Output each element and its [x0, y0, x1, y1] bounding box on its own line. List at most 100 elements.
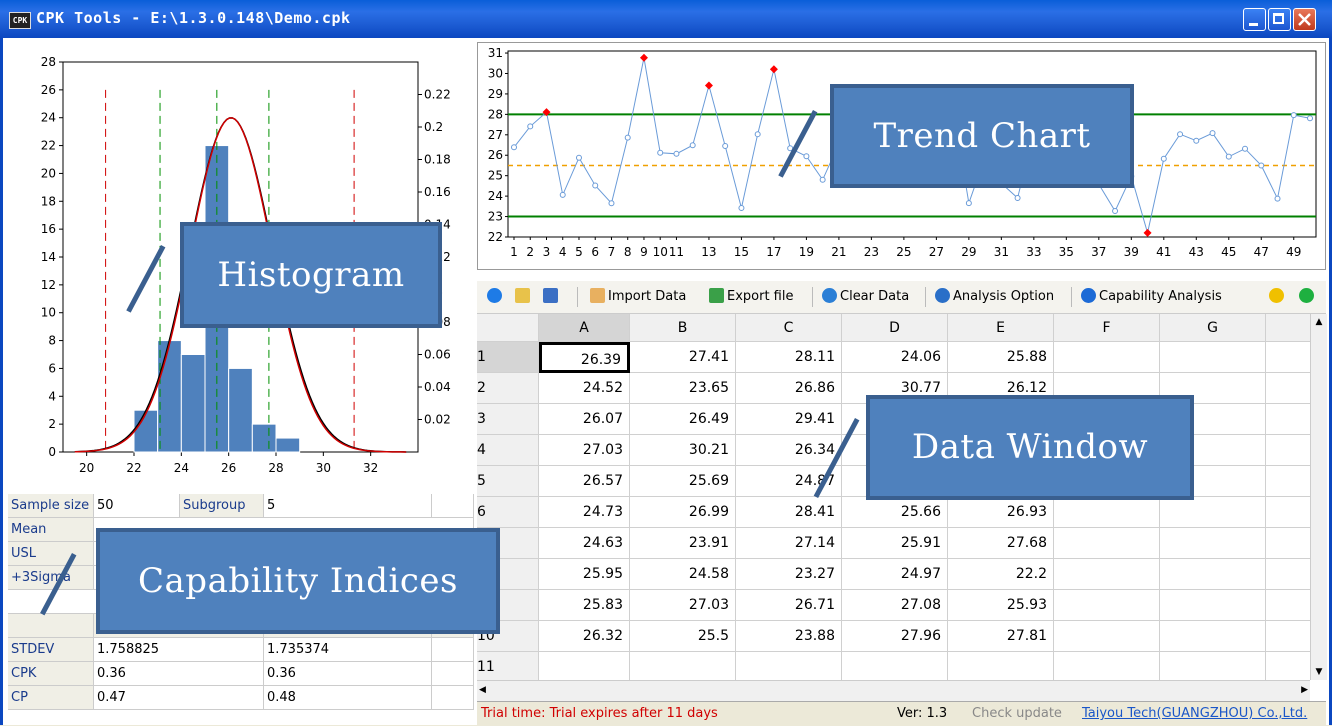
grid-cell[interactable]: 25.69	[630, 466, 736, 497]
grid-cell[interactable]: 29.41	[736, 404, 842, 435]
grid-cell[interactable]: 25.91	[842, 528, 948, 559]
import-data-button[interactable]: Import Data	[590, 288, 686, 306]
analysis-option-button[interactable]: Analysis Option	[935, 288, 1054, 306]
grid-cell[interactable]: 26.32	[539, 621, 630, 652]
grid-cell[interactable]	[1266, 466, 1310, 497]
row-header[interactable]: 4	[477, 435, 539, 466]
new-button[interactable]	[487, 288, 505, 306]
grid-cell[interactable]: 26.86	[736, 373, 842, 404]
grid-cell[interactable]: 27.41	[630, 342, 736, 373]
grid-cell[interactable]: 25.83	[539, 590, 630, 621]
grid-cell[interactable]	[1054, 528, 1160, 559]
corner-cell[interactable]	[477, 314, 539, 342]
grid-cell[interactable]: 25.93	[948, 590, 1054, 621]
grid-cell[interactable]	[1266, 497, 1310, 528]
column-header[interactable]: F	[1054, 314, 1160, 342]
grid-cell[interactable]	[1266, 621, 1310, 652]
grid-cell[interactable]	[1160, 559, 1266, 590]
grid-cell[interactable]: 26.99	[630, 497, 736, 528]
grid-cell[interactable]: 26.93	[948, 497, 1054, 528]
save-button[interactable]	[543, 288, 561, 306]
grid-cell[interactable]	[1266, 342, 1310, 373]
message-button[interactable]	[1299, 288, 1317, 306]
grid-cell[interactable]: 28.11	[736, 342, 842, 373]
scroll-up-arrow[interactable]: ▲	[1311, 314, 1327, 330]
grid-cell[interactable]	[1160, 621, 1266, 652]
grid-cell[interactable]: 26.07	[539, 404, 630, 435]
grid-cell[interactable]: 25.95	[539, 559, 630, 590]
grid-cell[interactable]	[1266, 435, 1310, 466]
row-header[interactable]: 1	[477, 342, 539, 373]
column-header[interactable]: C	[736, 314, 842, 342]
column-header[interactable]: A	[539, 314, 630, 342]
grid-cell[interactable]	[1160, 342, 1266, 373]
grid-cell[interactable]	[539, 652, 630, 680]
maximize-button[interactable]	[1268, 8, 1291, 31]
grid-cell[interactable]: 27.68	[948, 528, 1054, 559]
capability-analysis-button[interactable]: Capability Analysis	[1081, 288, 1222, 306]
grid-cell[interactable]: 27.81	[948, 621, 1054, 652]
grid-cell[interactable]	[1266, 652, 1310, 680]
column-header[interactable]	[1266, 314, 1310, 342]
grid-cell[interactable]: 26.57	[539, 466, 630, 497]
grid-cell[interactable]: 27.03	[630, 590, 736, 621]
grid-cell[interactable]: 24.73	[539, 497, 630, 528]
grid-cell[interactable]: 23.91	[630, 528, 736, 559]
open-button[interactable]	[515, 288, 533, 306]
grid-cell[interactable]: 30.21	[630, 435, 736, 466]
grid-cell[interactable]: 24.97	[842, 559, 948, 590]
grid-cell[interactable]: 27.14	[736, 528, 842, 559]
grid-cell[interactable]: 27.96	[842, 621, 948, 652]
grid-cell[interactable]	[1266, 590, 1310, 621]
grid-cell[interactable]: 25.66	[842, 497, 948, 528]
export-file-button[interactable]: Export file	[709, 288, 794, 306]
grid-cell[interactable]	[1054, 559, 1160, 590]
company-link[interactable]: Taiyou Tech(GUANGZHOU) Co.,Ltd.	[1082, 702, 1307, 726]
grid-cell[interactable]: 27.03	[539, 435, 630, 466]
clear-data-button[interactable]: Clear Data	[822, 288, 909, 306]
grid-cell[interactable]	[1266, 528, 1310, 559]
grid-cell[interactable]	[1054, 652, 1160, 680]
grid-cell[interactable]: 24.06	[842, 342, 948, 373]
row-header[interactable]: 6	[477, 497, 539, 528]
grid-cell[interactable]: 24.63	[539, 528, 630, 559]
row-header[interactable]: 3	[477, 404, 539, 435]
grid-cell[interactable]	[1266, 559, 1310, 590]
grid-cell[interactable]: 26.39	[539, 342, 630, 373]
grid-cell[interactable]: 25.5	[630, 621, 736, 652]
check-update-link[interactable]: Check update	[972, 702, 1062, 726]
grid-cell[interactable]: 24.58	[630, 559, 736, 590]
grid-cell[interactable]	[948, 652, 1054, 680]
grid-cell[interactable]	[1054, 621, 1160, 652]
column-header[interactable]: G	[1160, 314, 1266, 342]
grid-cell[interactable]: 22.2	[948, 559, 1054, 590]
grid-cell[interactable]	[630, 652, 736, 680]
grid-cell[interactable]	[1160, 652, 1266, 680]
close-button[interactable]	[1293, 8, 1316, 31]
row-header[interactable]: 5	[477, 466, 539, 497]
grid-cell[interactable]	[1266, 404, 1310, 435]
grid-cell[interactable]: 25.88	[948, 342, 1054, 373]
grid-cell[interactable]: 24.52	[539, 373, 630, 404]
grid-cell[interactable]	[1054, 342, 1160, 373]
column-header[interactable]: E	[948, 314, 1054, 342]
column-header[interactable]: B	[630, 314, 736, 342]
grid-cell[interactable]: 26.71	[736, 590, 842, 621]
minimize-button[interactable]	[1243, 8, 1266, 31]
column-header[interactable]: D	[842, 314, 948, 342]
grid-cell[interactable]	[736, 652, 842, 680]
grid-cell[interactable]	[1266, 373, 1310, 404]
scroll-left-arrow[interactable]: ◀	[479, 682, 486, 698]
row-header[interactable]: 11	[477, 652, 539, 680]
row-header[interactable]: 2	[477, 373, 539, 404]
grid-cell[interactable]: 23.88	[736, 621, 842, 652]
warning-button[interactable]	[1269, 288, 1287, 306]
grid-cell[interactable]: 27.08	[842, 590, 948, 621]
grid-cell[interactable]: 26.34	[736, 435, 842, 466]
scroll-right-arrow[interactable]: ▶	[1301, 682, 1308, 698]
grid-cell[interactable]: 23.65	[630, 373, 736, 404]
grid-cell[interactable]	[1160, 590, 1266, 621]
grid-cell[interactable]: 28.41	[736, 497, 842, 528]
grid-cell[interactable]: 26.49	[630, 404, 736, 435]
grid-cell[interactable]: 23.27	[736, 559, 842, 590]
